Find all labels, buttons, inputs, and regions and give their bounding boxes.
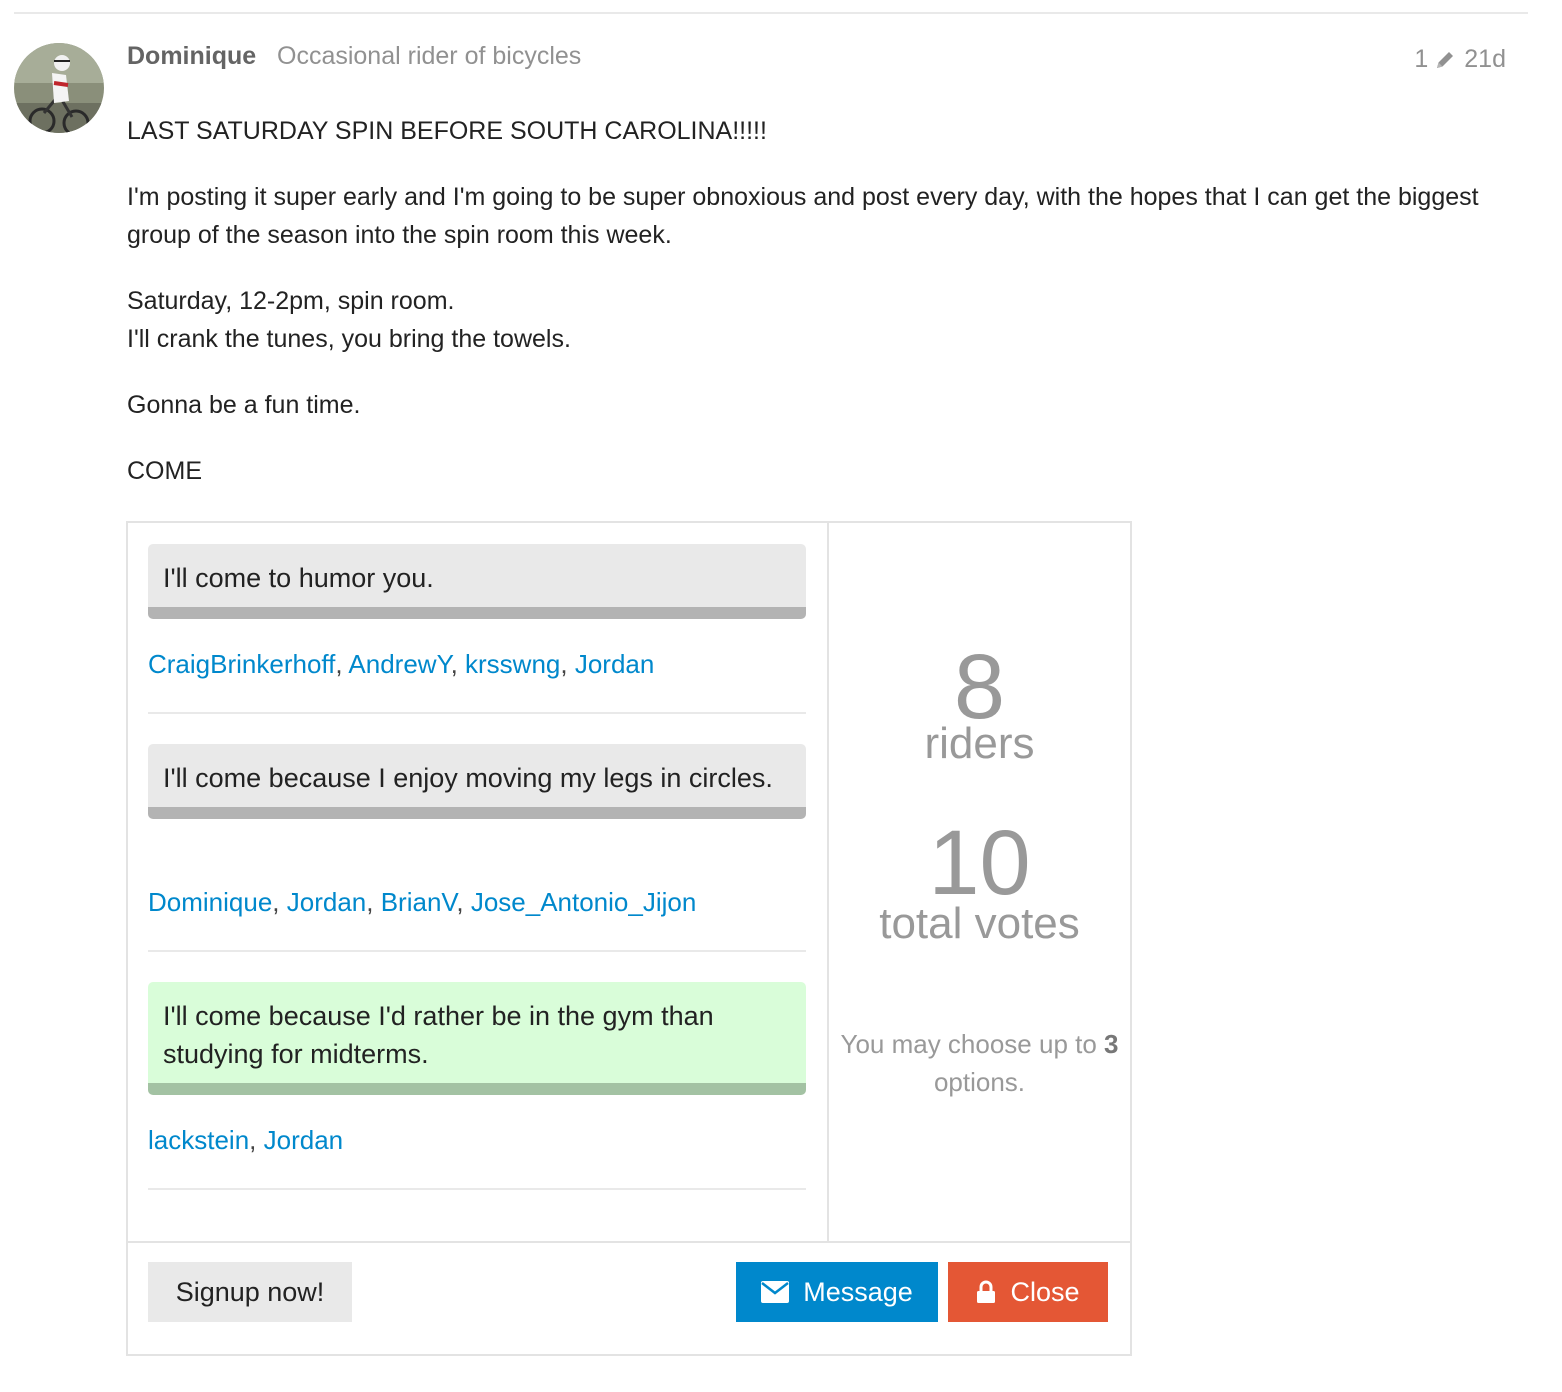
poll: I'll come to humor you. CraigBrinkerhoff… xyxy=(126,521,1132,1356)
voter-link[interactable]: BrianV xyxy=(381,887,457,917)
choose-prefix: You may choose up to xyxy=(840,1029,1105,1059)
close-label: Close xyxy=(1010,1276,1080,1307)
poll-voters: Dominique, Jordan, BrianV, Jose_Antonio_… xyxy=(148,887,696,918)
poll-option: I'll come because I enjoy moving my legs… xyxy=(148,744,806,819)
username[interactable]: Dominique xyxy=(127,42,256,71)
voter-separator: , xyxy=(249,1125,264,1155)
voter-link[interactable]: krsswng xyxy=(465,649,560,679)
poll-option-divider xyxy=(148,712,806,714)
poll-option-divider xyxy=(148,950,806,952)
choose-suffix: options. xyxy=(933,1067,1026,1097)
voter-link[interactable]: Jordan xyxy=(575,649,655,679)
post-line: Saturday, 12-2pm, spin room. xyxy=(127,287,455,315)
votes-count: 10 xyxy=(928,812,1031,914)
post-body: LAST SATURDAY SPIN BEFORE SOUTH CAROLINA… xyxy=(127,112,1517,518)
top-divider xyxy=(14,12,1528,14)
post-line: I'll crank the tunes, you bring the towe… xyxy=(127,325,571,353)
envelope-icon xyxy=(761,1281,790,1303)
post-paragraph: Gonna be a fun time. xyxy=(127,391,361,419)
voter-separator: , xyxy=(560,649,575,679)
signup-label: Signup now! xyxy=(175,1276,325,1307)
poll-voters: CraigBrinkerhoff, AndrewY, krsswng, Jord… xyxy=(148,649,654,680)
choose-max: 3 xyxy=(1104,1029,1119,1059)
post-paragraph: COME xyxy=(127,457,202,485)
voter-link[interactable]: Jordan xyxy=(264,1125,344,1155)
message-button[interactable]: Message xyxy=(736,1262,938,1322)
voter-separator: , xyxy=(450,649,466,679)
user-title: Occasional rider of bicycles xyxy=(277,42,582,70)
post-paragraph: LAST SATURDAY SPIN BEFORE SOUTH CAROLINA… xyxy=(127,117,767,145)
poll-voters: lackstein, Jordan xyxy=(148,1125,343,1156)
voter-link[interactable]: Jordan xyxy=(287,887,367,917)
voter-separator: , xyxy=(272,887,287,917)
votes-label: total votes xyxy=(879,899,1080,948)
poll-stats: 8 riders 10 total votes You may choose u… xyxy=(829,523,1130,1241)
choose-note: You may choose up to 3 options. xyxy=(829,1025,1130,1101)
poll-option-button-chosen[interactable]: I'll come because I'd rather be in the g… xyxy=(148,982,806,1095)
message-label: Message xyxy=(803,1276,913,1307)
signup-button[interactable]: Signup now! xyxy=(148,1262,352,1322)
edit-count[interactable]: 1 xyxy=(1414,45,1428,74)
post-header: Dominique Occasional rider of bicycles 1… xyxy=(127,40,1512,76)
riders-label: riders xyxy=(924,719,1035,768)
post-paragraph: Saturday, 12-2pm, spin room. I'll crank … xyxy=(127,282,1517,358)
voter-link[interactable]: CraigBrinkerhoff xyxy=(148,649,335,679)
poll-option-divider xyxy=(148,1188,806,1190)
pencil-icon[interactable] xyxy=(1434,49,1456,71)
voter-link[interactable]: Jose_Antonio_Jijon xyxy=(471,887,697,917)
avatar-photo-icon xyxy=(14,43,104,133)
voter-separator: , xyxy=(366,887,381,917)
poll-option: I'll come to humor you. xyxy=(148,544,806,619)
voter-separator: , xyxy=(456,887,471,917)
poll-option-button[interactable]: I'll come to humor you. xyxy=(148,544,806,619)
lock-icon xyxy=(976,1280,996,1304)
close-poll-button[interactable]: Close xyxy=(948,1262,1108,1322)
poll-option-button[interactable]: I'll come because I enjoy moving my legs… xyxy=(148,744,806,819)
voter-link[interactable]: AndrewY xyxy=(348,649,450,679)
voter-separator: , xyxy=(335,649,349,679)
poll-footer-divider xyxy=(128,1241,1130,1243)
poll-option: I'll come because I'd rather be in the g… xyxy=(148,982,806,1095)
post-meta: 1 21d xyxy=(1414,45,1506,74)
user-avatar[interactable] xyxy=(14,43,104,133)
post-paragraph: I'm posting it super early and I'm going… xyxy=(127,183,1479,249)
post-age[interactable]: 21d xyxy=(1464,45,1506,74)
voter-link[interactable]: lackstein xyxy=(148,1125,249,1155)
voter-link[interactable]: Dominique xyxy=(148,887,272,917)
